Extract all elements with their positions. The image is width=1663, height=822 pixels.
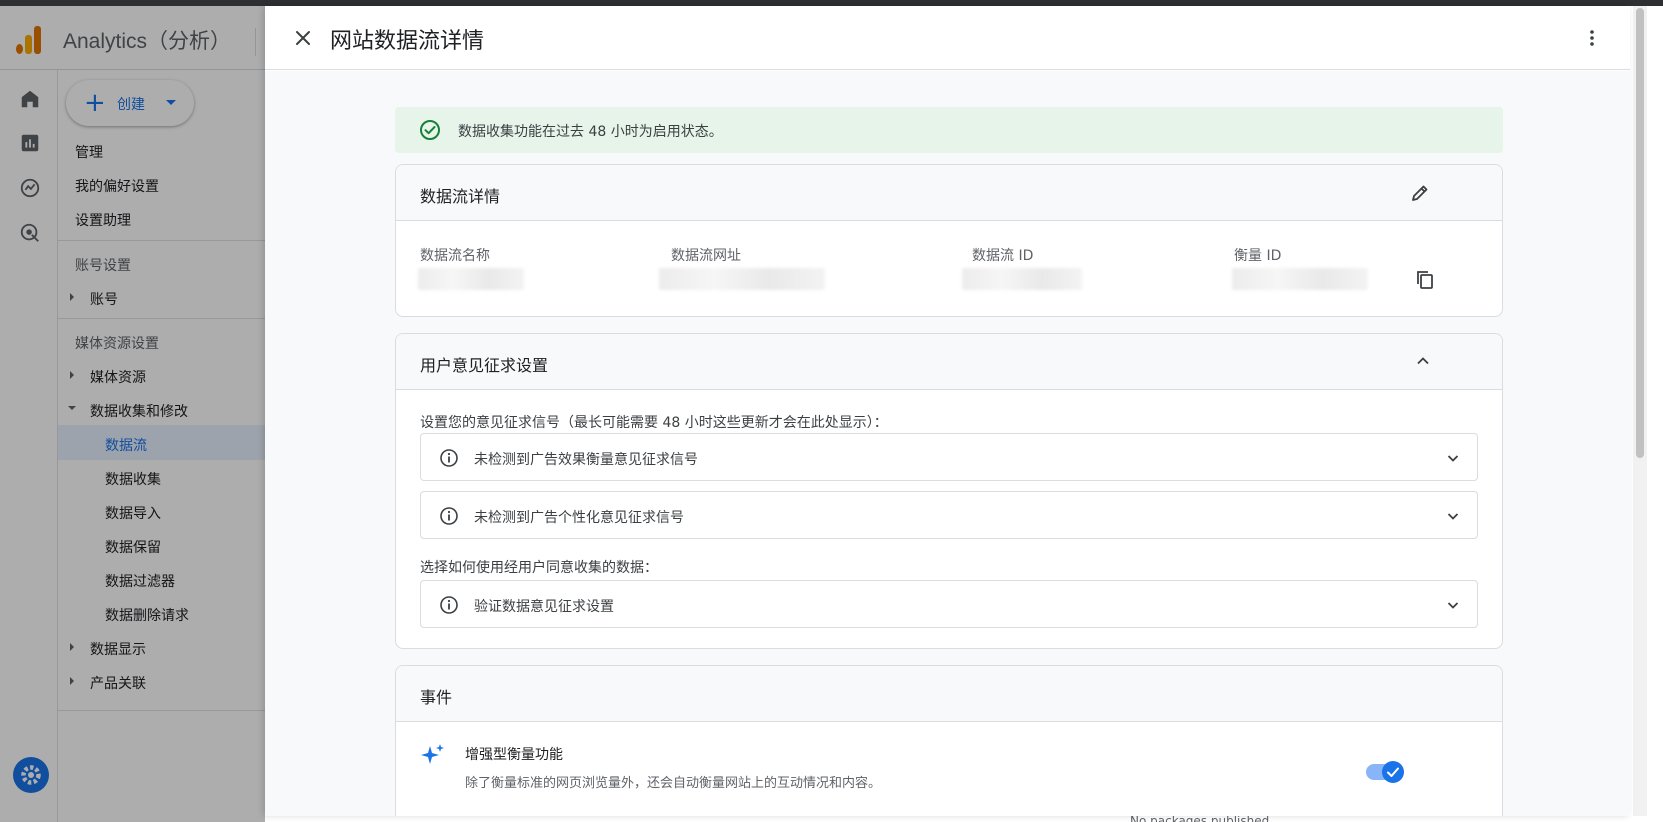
- verify-consent-expander[interactable]: 验证数据意见征求设置: [420, 580, 1478, 628]
- sparkle-icon: [421, 744, 444, 764]
- consent-signal-expander[interactable]: 未检测到广告效果衡量意见征求信号: [420, 433, 1478, 481]
- chevron-down-icon: [1447, 602, 1459, 609]
- events-card: 事件 增强型衡量功能 除了衡量标准的网页浏览量外，还会自动衡量网站上的互动情况和…: [395, 665, 1503, 816]
- chevron-up-icon[interactable]: [1414, 352, 1432, 370]
- measurement-id-value-redacted: [1232, 268, 1368, 290]
- page-scrollbar-thumb[interactable]: [1636, 8, 1644, 458]
- chevron-down-icon: [1447, 455, 1459, 462]
- info-icon: [440, 596, 458, 614]
- card-header: 事件: [396, 666, 1502, 722]
- card-header[interactable]: 用户意见征求设置: [396, 334, 1502, 390]
- consent-signal-expander[interactable]: 未检测到广告个性化意见征求信号: [420, 491, 1478, 539]
- measurement-id-label: 衡量 ID: [1234, 248, 1282, 264]
- status-banner-text: 数据收集功能在过去 48 小时为启用状态。: [458, 124, 723, 140]
- close-icon[interactable]: [293, 28, 313, 48]
- stream-url-label: 数据流网址: [671, 248, 741, 264]
- consent-settings-card: 用户意见征求设置 设置您的意见征求信号（最长可能需要 48 小时这些更新才会在此…: [395, 333, 1503, 649]
- verify-consent-label: 验证数据意见征求设置: [474, 599, 614, 615]
- status-banner: 数据收集功能在过去 48 小时为启用状态。: [395, 107, 1503, 153]
- copy-icon[interactable]: [1414, 269, 1436, 291]
- stream-id-value-redacted: [962, 268, 1082, 290]
- consent-intro-text: 设置您的意见征求信号（最长可能需要 48 小时这些更新才会在此处显示）：: [420, 415, 888, 431]
- check-circle-icon: [420, 120, 440, 140]
- info-icon: [440, 449, 458, 467]
- dialog-title: 网站数据流详情: [330, 29, 485, 54]
- edit-pencil-icon[interactable]: [1410, 183, 1430, 203]
- toggle-check-icon: [1382, 761, 1404, 783]
- stream-id-label: 数据流 ID: [972, 248, 1034, 264]
- modal-scrim[interactable]: [0, 6, 265, 822]
- stream-details-title: 数据流详情: [420, 187, 501, 206]
- enhanced-measurement-title: 增强型衡量功能: [465, 747, 563, 763]
- stream-details-card: 数据流详情 数据流名称 数据流网址 数据流 ID 衡量 ID: [395, 164, 1503, 317]
- enhanced-measurement-toggle[interactable]: [1366, 761, 1404, 783]
- card-header: 数据流详情: [396, 165, 1502, 221]
- enhanced-measurement-description: 除了衡量标准的网页浏览量外，还会自动衡量网站上的互动情况和内容。: [465, 776, 882, 791]
- dialog-header: 网站数据流详情: [265, 6, 1630, 70]
- stream-name-label: 数据流名称: [420, 248, 490, 264]
- info-icon: [440, 507, 458, 525]
- ad-measurement-signal-label: 未检测到广告效果衡量意见征求信号: [474, 452, 698, 468]
- consent-usage-text: 选择如何使用经用户同意收集的数据：: [420, 560, 658, 576]
- stream-url-value-redacted: [659, 268, 825, 290]
- events-title: 事件: [420, 688, 453, 707]
- stream-name-value-redacted: [418, 268, 524, 290]
- stream-details-dialog: 网站数据流详情 数据收集功能在过去 48 小时为启用状态。 数据流详情 数据流名…: [265, 6, 1630, 816]
- dialog-body: 数据收集功能在过去 48 小时为启用状态。 数据流详情 数据流名称 数据流网址 …: [265, 71, 1630, 816]
- ad-personalization-signal-label: 未检测到广告个性化意见征求信号: [474, 510, 684, 526]
- more-vert-icon[interactable]: [1582, 28, 1602, 48]
- consent-settings-title: 用户意见征求设置: [420, 356, 549, 375]
- chevron-down-icon: [1447, 513, 1459, 520]
